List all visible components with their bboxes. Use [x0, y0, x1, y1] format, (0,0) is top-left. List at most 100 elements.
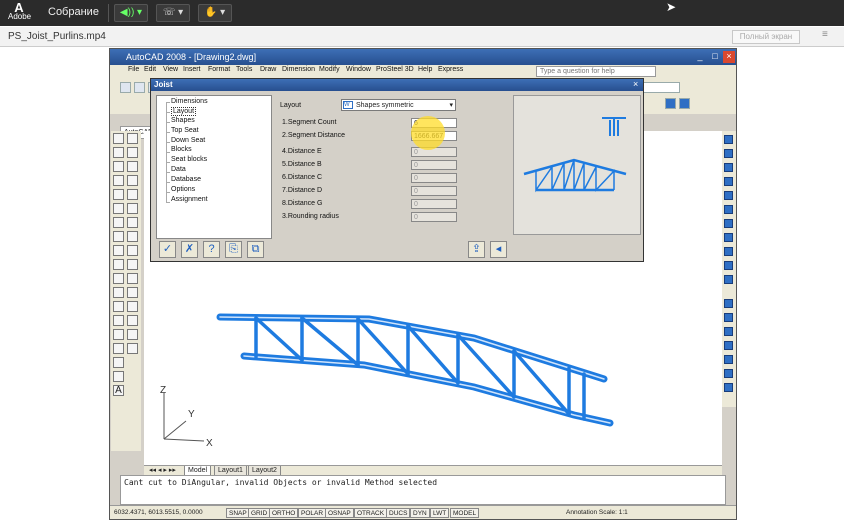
- circle-icon[interactable]: [113, 217, 124, 228]
- tree-item-seat-blocks[interactable]: Seat blocks: [171, 156, 207, 163]
- tree-item-blocks[interactable]: Blocks: [171, 146, 192, 153]
- table-icon[interactable]: [113, 371, 124, 382]
- arc-icon[interactable]: [113, 203, 124, 214]
- prosteel-tool-icon[interactable]: [724, 163, 733, 172]
- phone-icon[interactable]: ☏ ▾: [156, 4, 190, 22]
- point-icon[interactable]: [113, 315, 124, 326]
- stretch-icon[interactable]: [127, 245, 138, 256]
- menu-file[interactable]: File: [128, 66, 139, 73]
- hatch-icon[interactable]: [113, 329, 124, 340]
- make-block-icon[interactable]: [113, 301, 124, 312]
- rounding-radius-input[interactable]: 0: [411, 212, 457, 222]
- menu-window[interactable]: Window: [346, 66, 371, 73]
- help-search-input[interactable]: Type a question for help: [536, 66, 656, 77]
- fullscreen-button[interactable]: Полный экран: [732, 30, 800, 44]
- export-icon[interactable]: ⇪: [468, 241, 485, 258]
- prosteel-tool-icon[interactable]: [724, 247, 733, 256]
- prosteel-tool-icon[interactable]: [724, 341, 733, 350]
- menu-modify[interactable]: Modify: [319, 66, 340, 73]
- array-icon[interactable]: [127, 189, 138, 200]
- prosteel-tool-icon[interactable]: [724, 299, 733, 308]
- prosteel-tool-icon[interactable]: [724, 383, 733, 392]
- tree-item-dimensions[interactable]: Dimensions: [171, 98, 208, 105]
- menu-express[interactable]: Express: [438, 66, 463, 73]
- menu-prosteel[interactable]: ProSteel 3D: [376, 66, 414, 73]
- prosteel-icon-2[interactable]: [679, 98, 690, 109]
- close-icon[interactable]: ×: [633, 79, 638, 89]
- copy-icon[interactable]: ⎘: [225, 241, 242, 258]
- prosteel-tool-icon[interactable]: [724, 149, 733, 158]
- mirror-icon[interactable]: [127, 161, 138, 172]
- mtext-icon[interactable]: A: [113, 385, 124, 396]
- rectangle-icon[interactable]: [113, 189, 124, 200]
- minimize-icon[interactable]: _: [694, 51, 706, 63]
- insert-block-icon[interactable]: [113, 287, 124, 298]
- prosteel-tool-icon[interactable]: [724, 135, 733, 144]
- prosteel-tool-icon[interactable]: [724, 355, 733, 364]
- snap-toggle[interactable]: SNAP: [226, 508, 250, 518]
- distance-g-input[interactable]: 0: [411, 199, 457, 209]
- prosteel-icon[interactable]: [665, 98, 676, 109]
- prosteel-tool-icon[interactable]: [724, 177, 733, 186]
- layout-dropdown[interactable]: Shapes symmetric ▾: [341, 99, 456, 111]
- join-icon[interactable]: [127, 301, 138, 312]
- maximize-icon[interactable]: □: [709, 51, 721, 63]
- menu-tools[interactable]: Tools: [236, 66, 252, 73]
- ok-icon[interactable]: ✓: [159, 241, 176, 258]
- polygon-icon[interactable]: [113, 175, 124, 186]
- speaker-icon[interactable]: ◀)) ▾: [114, 4, 148, 22]
- prosteel-tool-icon[interactable]: [724, 191, 733, 200]
- distance-d-input[interactable]: 0: [411, 186, 457, 196]
- prosteel-tool-icon[interactable]: [724, 233, 733, 242]
- menu-dimension[interactable]: Dimension: [282, 66, 315, 73]
- prosteel-tool-icon[interactable]: [724, 261, 733, 270]
- menu-draw[interactable]: Draw: [260, 66, 276, 73]
- paste-icon[interactable]: ⧉: [247, 241, 264, 258]
- offset-icon[interactable]: [127, 175, 138, 186]
- grid-toggle[interactable]: GRID: [248, 508, 271, 518]
- prosteel-tool-icon[interactable]: [724, 313, 733, 322]
- prosteel-tool-icon[interactable]: [724, 275, 733, 284]
- distance-c-input[interactable]: 0: [411, 173, 457, 183]
- polar-toggle[interactable]: POLAR: [298, 508, 327, 518]
- otrack-toggle[interactable]: OTRACK: [354, 508, 388, 518]
- osnap-toggle[interactable]: OSNAP: [325, 508, 354, 518]
- tree-item-data[interactable]: Data: [171, 166, 186, 173]
- scale-icon[interactable]: [127, 231, 138, 242]
- gradient-icon[interactable]: [113, 343, 124, 354]
- ducs-toggle[interactable]: DUCS: [386, 508, 411, 518]
- rotate-icon[interactable]: [127, 217, 138, 228]
- prosteel-tool-icon[interactable]: [724, 369, 733, 378]
- copy-icon[interactable]: [127, 147, 138, 158]
- explode-icon[interactable]: [127, 343, 138, 354]
- prosteel-tool-icon[interactable]: [724, 327, 733, 336]
- model-toggle[interactable]: MODEL: [450, 508, 480, 518]
- tree-item-options[interactable]: Options: [171, 186, 195, 193]
- tree-item-database[interactable]: Database: [171, 176, 201, 183]
- annotation-scale[interactable]: Annotation Scale: 1:1: [566, 509, 628, 516]
- ortho-toggle[interactable]: ORTHO: [269, 508, 299, 518]
- fillet-icon[interactable]: [127, 329, 138, 340]
- cancel-icon[interactable]: ✗: [181, 241, 198, 258]
- lwt-toggle[interactable]: LWT: [430, 508, 450, 518]
- chamfer-icon[interactable]: [127, 315, 138, 326]
- meeting-menu[interactable]: Собрание: [48, 6, 99, 18]
- close-icon[interactable]: ×: [723, 51, 735, 63]
- open-icon[interactable]: [134, 82, 145, 93]
- revcloud-icon[interactable]: [113, 231, 124, 242]
- command-line[interactable]: Cant cut to DiAngular, invalid Objects o…: [120, 475, 726, 505]
- help-icon[interactable]: ?: [203, 241, 220, 258]
- region-icon[interactable]: [113, 357, 124, 368]
- extend-icon[interactable]: [127, 273, 138, 284]
- move-icon[interactable]: [127, 203, 138, 214]
- menu-help[interactable]: Help: [418, 66, 432, 73]
- break-icon[interactable]: [127, 287, 138, 298]
- xline-icon[interactable]: [113, 147, 124, 158]
- tree-item-assignment[interactable]: Assignment: [171, 196, 208, 203]
- prosteel-tool-icon[interactable]: [724, 205, 733, 214]
- tree-item-layout[interactable]: Layout: [171, 107, 197, 116]
- menu-format[interactable]: Format: [208, 66, 230, 73]
- menu-edit[interactable]: Edit: [144, 66, 156, 73]
- line-icon[interactable]: [113, 133, 124, 144]
- menu-insert[interactable]: Insert: [183, 66, 201, 73]
